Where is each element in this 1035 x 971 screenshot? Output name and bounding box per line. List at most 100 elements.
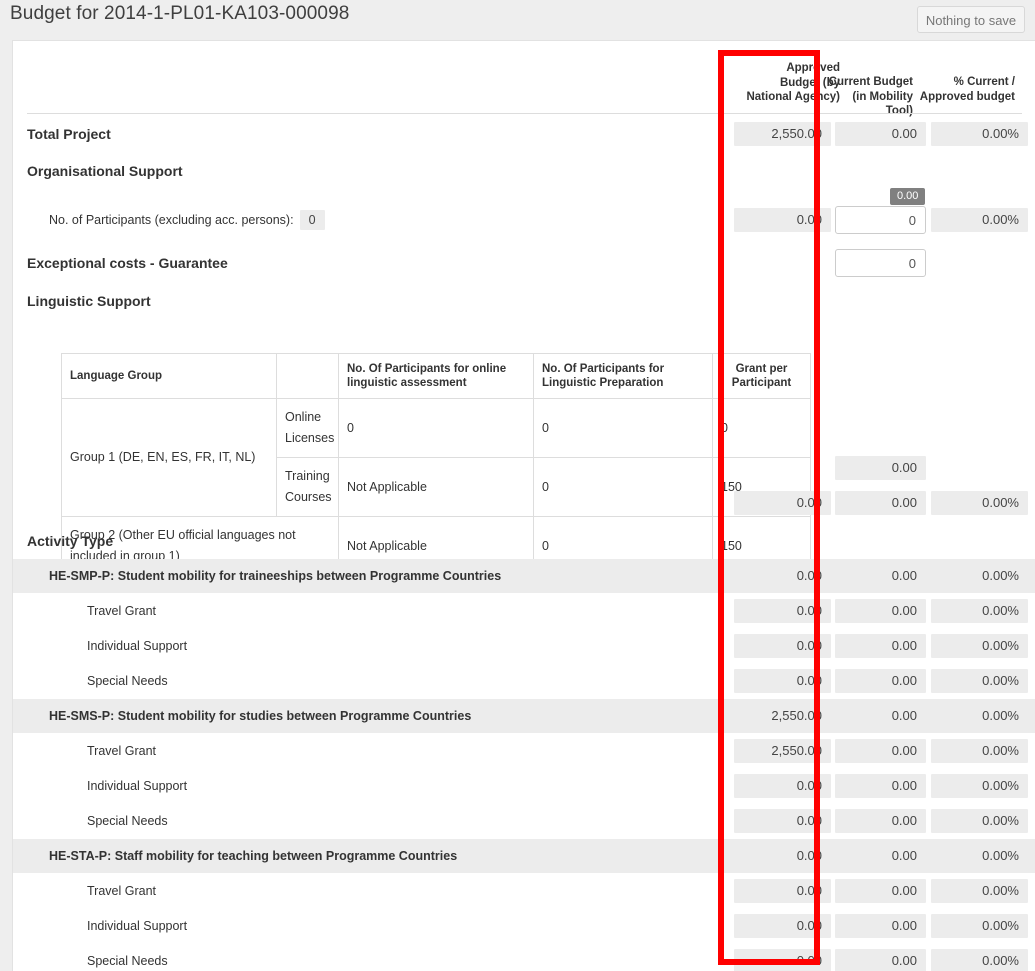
linguistic-total-percent: 0.00%: [931, 491, 1028, 515]
total-project-label: Total Project: [27, 126, 111, 142]
participants-value: 0: [299, 210, 325, 230]
activity-item-current: 0.00: [835, 599, 926, 623]
linguistic-support-label: Linguistic Support: [27, 293, 151, 309]
row-linguistic-support-heading: Linguistic Support: [13, 284, 1035, 318]
activity-item-approved: 2,550.00: [734, 739, 831, 763]
activity-item-label: Travel Grant: [87, 744, 157, 758]
organisational-support-current-input[interactable]: [835, 206, 926, 234]
lt-r0-online-assessment: 0: [338, 398, 534, 458]
row-exceptional-costs: Exceptional costs - Guarantee: [13, 244, 1035, 282]
table-row: Group 1 (DE, EN, ES, FR, IT, NL) Online …: [61, 398, 811, 517]
activity-item-current: 0.00: [835, 634, 926, 658]
exceptional-costs-current-input[interactable]: [835, 249, 926, 277]
lt-group-1: Group 1 (DE, EN, ES, FR, IT, NL): [61, 398, 277, 517]
lt-header-grant: Grant per Participant: [712, 353, 811, 399]
column-header-current-line2: (in Mobility Tool): [852, 90, 913, 118]
column-header-approved-line1: Approved: [786, 62, 840, 74]
activity-item-approved: 0.00: [734, 669, 831, 693]
activity-group-percent: 0.00%: [931, 564, 1028, 588]
lt-sub-online-licenses: Online Licenses: [276, 398, 339, 458]
activity-item-row: Special Needs 0.00 0.00 0.00%: [13, 944, 1035, 971]
activity-group-header: HE-SMS-P: Student mobility for studies b…: [13, 699, 1035, 733]
lt-header-sub: [276, 353, 339, 399]
exceptional-costs-label: Exceptional costs - Guarantee: [27, 255, 228, 271]
activity-item-row: Individual Support 0.00 0.00 0.00%: [13, 629, 1035, 663]
activity-item-row: Travel Grant 0.00 0.00 0.00%: [13, 594, 1035, 628]
organisational-support-label: Organisational Support: [27, 163, 183, 179]
activity-item-percent: 0.00%: [931, 809, 1028, 833]
activity-item-current: 0.00: [835, 914, 926, 938]
activity-group-percent: 0.00%: [931, 704, 1028, 728]
header-divider: [27, 113, 1022, 114]
budget-card: Approved Budget (by National Agency) Cur…: [12, 40, 1035, 971]
activity-group-approved: 0.00: [734, 564, 831, 588]
activity-item-label: Special Needs: [87, 814, 168, 828]
lt-sub-training-courses: Training Courses: [276, 457, 339, 517]
nothing-to-save-button[interactable]: Nothing to save: [917, 6, 1025, 33]
activity-type-label: Activity Type: [27, 533, 114, 549]
activity-item-approved: 0.00: [734, 774, 831, 798]
linguistic-total-current: 0.00: [835, 491, 926, 515]
activity-item-approved: 0.00: [734, 879, 831, 903]
lt-header-language-group: Language Group: [61, 353, 277, 399]
activity-group-approved: 0.00: [734, 844, 831, 868]
linguistic-mid-current: 0.00: [835, 456, 926, 480]
activity-item-row: Special Needs 0.00 0.00 0.00%: [13, 804, 1035, 838]
column-header-percent-line1: % Current /: [953, 76, 1015, 88]
total-project-approved: 2,550.00: [734, 122, 831, 146]
participants-row: No. of Participants (excluding acc. pers…: [49, 201, 325, 239]
activity-item-label: Travel Grant: [87, 884, 157, 898]
row-total-project: Total Project 2,550.00 0.00 0.00%: [13, 117, 1035, 151]
activity-group-title: HE-SMS-P: Student mobility for studies b…: [49, 709, 472, 723]
activity-group-header: HE-SMP-P: Student mobility for traineesh…: [13, 559, 1035, 593]
lt-header-preparation: No. Of Participants for Linguistic Prepa…: [533, 353, 713, 399]
activity-item-row: Individual Support 0.00 0.00 0.00%: [13, 909, 1035, 943]
activity-item-percent: 0.00%: [931, 774, 1028, 798]
activity-item-current: 0.00: [835, 809, 926, 833]
activity-item-current: 0.00: [835, 739, 926, 763]
column-header-current-line1: Current Budget: [828, 76, 913, 88]
budget-page: Budget for 2014-1-PL01-KA103-000098 Noth…: [0, 0, 1035, 971]
activity-item-approved: 0.00: [734, 634, 831, 658]
activity-item-row: Special Needs 0.00 0.00 0.00%: [13, 664, 1035, 698]
lt-r0-preparation: 0: [533, 398, 713, 458]
lt-r0-grant: 0: [712, 398, 811, 458]
activity-group-title: HE-STA-P: Staff mobility for teaching be…: [49, 849, 458, 863]
activity-item-label: Individual Support: [87, 639, 188, 653]
row-activity-type-heading: Activity Type: [13, 524, 1035, 558]
activity-item-percent: 0.00%: [931, 599, 1028, 623]
activity-item-label: Travel Grant: [87, 604, 157, 618]
organisational-support-approved: 0.00: [734, 208, 831, 232]
activity-item-current: 0.00: [835, 669, 926, 693]
page-header: Budget for 2014-1-PL01-KA103-000098 Noth…: [0, 0, 1035, 40]
activity-group-title: HE-SMP-P: Student mobility for traineesh…: [49, 569, 502, 583]
activity-item-percent: 0.00%: [931, 879, 1028, 903]
activity-item-current: 0.00: [835, 879, 926, 903]
activity-group-current: 0.00: [835, 844, 926, 868]
row-organisational-support-values: No. of Participants (excluding acc. pers…: [13, 188, 1035, 239]
column-header-percent-line2: Approved budget: [919, 90, 1015, 103]
lt-r1-preparation: 0: [533, 457, 713, 517]
activity-item-approved: 0.00: [734, 809, 831, 833]
page-title: Budget for 2014-1-PL01-KA103-000098: [10, 3, 350, 24]
activity-item-row: Travel Grant 0.00 0.00 0.00%: [13, 874, 1035, 908]
column-header-current-budget: Current Budget (in Mobility Tool): [823, 75, 915, 119]
activity-group-header: HE-STA-P: Staff mobility for teaching be…: [13, 839, 1035, 873]
lt-r1-online-assessment: Not Applicable: [338, 457, 534, 517]
activity-item-row: Individual Support 0.00 0.00 0.00%: [13, 769, 1035, 803]
activity-item-current: 0.00: [835, 949, 926, 971]
activity-item-percent: 0.00%: [931, 949, 1028, 971]
column-header-percent: % Current / Approved budget: [919, 75, 1017, 104]
activity-item-approved: 0.00: [734, 949, 831, 971]
activity-item-percent: 0.00%: [931, 669, 1028, 693]
total-project-percent: 0.00%: [931, 122, 1028, 146]
row-organisational-support-heading: Organisational Support: [13, 154, 1035, 188]
activity-item-approved: 0.00: [734, 599, 831, 623]
activity-item-row: Travel Grant 2,550.00 0.00 0.00%: [13, 734, 1035, 768]
activity-group-percent: 0.00%: [931, 844, 1028, 868]
activity-item-label: Individual Support: [87, 779, 188, 793]
activity-item-approved: 0.00: [734, 914, 831, 938]
activity-item-label: Individual Support: [87, 919, 188, 933]
participants-label: No. of Participants (excluding acc. pers…: [49, 213, 294, 227]
current-budget-tooltip: 0.00: [890, 188, 926, 205]
